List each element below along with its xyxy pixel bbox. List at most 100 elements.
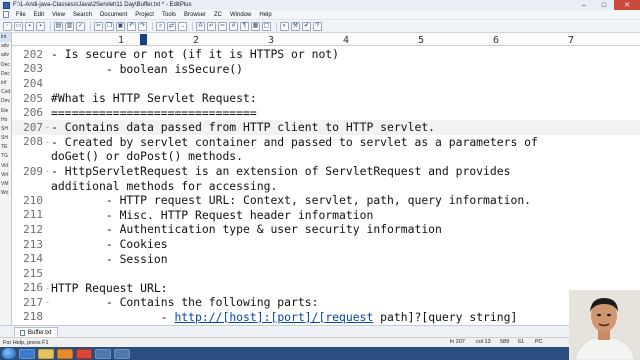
new-file-icon[interactable]: ▫ <box>3 21 12 31</box>
editor-line[interactable]: 215 <box>12 266 640 281</box>
sidebar-item[interactable]: Wo <box>0 189 11 198</box>
ruler-icon[interactable]: ═ <box>218 21 227 31</box>
cut-icon[interactable]: ✂ <box>94 21 103 31</box>
line-text[interactable]: #What is HTTP Servlet Request: <box>51 91 257 105</box>
sidebar-item[interactable]: Ele <box>0 107 11 116</box>
save-icon[interactable]: ▪ <box>25 21 34 31</box>
paste-icon[interactable]: ▣ <box>116 21 125 31</box>
line-text[interactable]: - Session <box>51 252 168 266</box>
editor-line[interactable]: 208- - Created by servlet container and p… <box>12 135 640 150</box>
sidebar-item[interactable]: Virt <box>0 162 11 171</box>
find-icon[interactable]: ⌕ <box>156 21 165 31</box>
help-icon[interactable]: ? <box>313 21 322 31</box>
goto-icon[interactable]: → <box>178 21 187 31</box>
spellcheck-icon[interactable]: ✓ <box>76 21 85 31</box>
sidebar-item[interactable]: adv <box>0 42 11 51</box>
menu-browser[interactable]: Browser <box>180 12 210 18</box>
sidebar-item[interactable]: Dec <box>0 61 11 70</box>
sidebar-item[interactable]: SH <box>0 134 11 143</box>
line-text[interactable]: - Created by servlet container and passe… <box>51 135 538 149</box>
print-preview-icon[interactable]: ▥ <box>65 21 74 31</box>
copy-icon[interactable]: ❐ <box>105 21 114 31</box>
editor-line[interactable]: 218 - http://[host]:[port]/[request path… <box>12 310 640 325</box>
line-text[interactable]: ============================== <box>51 106 257 120</box>
sidebar-item[interactable]: Virt <box>0 171 11 180</box>
menu-window[interactable]: Window <box>226 12 255 18</box>
internet-explorer-icon[interactable] <box>19 348 35 359</box>
line-text[interactable]: HTTP Request URL: <box>51 281 168 295</box>
menu-file[interactable]: File <box>12 12 30 18</box>
menu-help[interactable]: Help <box>255 12 275 18</box>
fullscreen-icon[interactable]: ▢ <box>262 21 271 31</box>
word-wrap-icon[interactable]: ↵ <box>207 21 216 31</box>
editor-line[interactable]: 205 #What is HTTP Servlet Request: <box>12 91 640 106</box>
editor-line[interactable]: 206 ============================== <box>12 105 640 120</box>
line-text[interactable]: doGet() or doPost() methods. <box>51 149 243 163</box>
maximize-button[interactable]: □ <box>594 0 614 10</box>
editor-line[interactable]: additional methods for accessing. <box>12 178 640 193</box>
line-text[interactable]: - Misc. HTTP Request header information <box>51 208 373 222</box>
browser-preview-icon[interactable]: ◐ <box>280 21 289 31</box>
line-text-tail[interactable]: path]?[query string] <box>373 310 517 324</box>
editor-line[interactable]: 212 - Authentication type & user securit… <box>12 222 640 237</box>
editor-line[interactable]: 210 - HTTP request URL: Context, servlet… <box>12 193 640 208</box>
editor-line[interactable]: 202 - Is secure or not (if it is HTTPS or… <box>12 47 640 62</box>
menu-view[interactable]: View <box>48 12 69 18</box>
editor-line[interactable]: 213 - Cookies <box>12 237 640 252</box>
undo-icon[interactable]: ↶ <box>127 21 136 31</box>
line-text[interactable]: - <box>51 310 174 324</box>
text-editor[interactable]: 1 2 3 4 5 6 7 202 - Is secure or not (if … <box>12 33 640 337</box>
editor-line[interactable]: doGet() or doPost() methods. <box>12 149 640 164</box>
menu-project[interactable]: Project <box>131 12 158 18</box>
open-folder-icon[interactable]: ▭ <box>14 21 23 31</box>
editplus-taskbar-icon[interactable] <box>95 348 111 359</box>
minimize-button[interactable]: – <box>574 0 594 10</box>
editor-line[interactable]: 203 - boolean isSecure() <box>12 62 640 77</box>
editor-line[interactable]: 204 <box>12 76 640 91</box>
redo-icon[interactable]: ↷ <box>138 21 147 31</box>
chrome-browser-icon[interactable] <box>76 348 92 359</box>
sidebar-item[interactable]: VM <box>0 180 11 189</box>
sidebar-item[interactable]: Cod <box>0 88 11 97</box>
editor-line[interactable]: 216- HTTP Request URL: <box>12 281 640 296</box>
replace-icon[interactable]: ⇄ <box>167 21 176 31</box>
media-player-icon[interactable] <box>57 348 73 359</box>
menu-edit[interactable]: Edit <box>30 12 48 18</box>
line-text[interactable]: - Contains the following parts: <box>51 295 319 309</box>
sidebar-item[interactable]: SH <box>0 125 11 134</box>
sidebar-item[interactable]: adv <box>0 51 11 60</box>
font-icon[interactable]: A <box>196 21 205 31</box>
editor-line[interactable]: 217- - Contains the following parts: <box>12 295 640 310</box>
save-all-icon[interactable]: ▪ <box>36 21 45 31</box>
menu-search[interactable]: Search <box>69 12 96 18</box>
column-select-icon[interactable]: ▦ <box>251 21 260 31</box>
whitespace-icon[interactable]: ¶ <box>240 21 249 31</box>
file-explorer-icon[interactable] <box>38 348 54 359</box>
tools-icon[interactable]: ⚒ <box>291 21 300 31</box>
start-button-icon[interactable] <box>2 348 16 359</box>
menu-tools[interactable]: Tools <box>158 12 180 18</box>
menu-document[interactable]: Document <box>96 12 131 18</box>
editor-line-current[interactable]: 207- - Contains data passed from HTTP cli… <box>12 119 640 135</box>
line-text[interactable]: - Cookies <box>51 237 168 251</box>
line-text[interactable]: additional methods for accessing. <box>51 179 277 193</box>
editor-line[interactable]: 211 - Misc. HTTP Request header informat… <box>12 208 640 223</box>
sidebar-item[interactable]: inf <box>0 79 11 88</box>
line-text[interactable]: - Contains data passed from HTTP client … <box>51 120 435 134</box>
check-icon[interactable]: ✔ <box>302 21 311 31</box>
tab-buffer-txt[interactable]: Buffer.txt <box>14 327 58 337</box>
print-icon[interactable]: ▤ <box>54 21 63 31</box>
sidebar-item[interactable]: Dec <box>0 70 11 79</box>
editor-line[interactable]: 209- - HttpServletRequest is an extension… <box>12 164 640 179</box>
menu-zc[interactable]: ZC <box>210 12 226 18</box>
app-taskbar-icon[interactable] <box>114 348 130 359</box>
url-link[interactable]: http://[host]:[port]/[request <box>174 310 373 324</box>
editor-line[interactable]: 214 - Session <box>12 251 640 266</box>
line-text[interactable]: - HTTP request URL: Context, servlet, pa… <box>51 193 531 207</box>
sidebar-item[interactable]: Ho <box>0 116 11 125</box>
sidebar-item[interactable]: Dev <box>0 97 11 106</box>
sidebar-item[interactable]: TG <box>0 152 11 161</box>
line-text[interactable]: - HttpServletRequest is an extension of … <box>51 164 510 178</box>
sidebar-item[interactable]: int <box>0 33 11 43</box>
line-number-icon[interactable]: # <box>229 21 238 31</box>
